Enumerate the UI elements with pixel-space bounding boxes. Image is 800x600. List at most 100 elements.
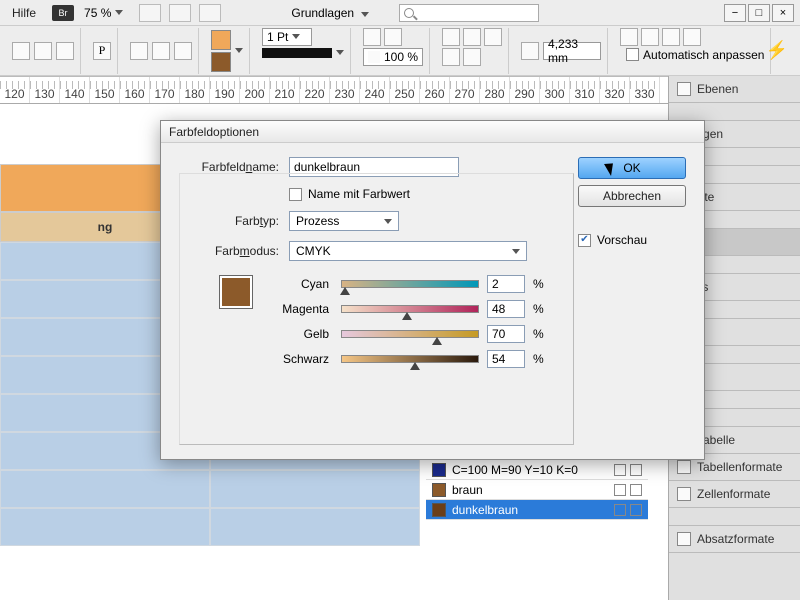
ruler-tick: 130	[30, 77, 60, 103]
cancel-button[interactable]: Abbrechen	[578, 185, 686, 207]
name-with-value-checkbox[interactable]	[289, 188, 302, 201]
menu-help[interactable]: Hilfe	[6, 4, 42, 22]
color-mode-icon	[630, 484, 642, 496]
lightning-icon[interactable]: ⚡	[766, 40, 788, 61]
panel-paragraph-styles[interactable]: Absatzformate	[669, 526, 800, 553]
frame-fit-icon[interactable]	[521, 42, 539, 60]
bridge-icon[interactable]: Br	[52, 5, 74, 21]
ruler-tick: 200	[240, 77, 270, 103]
panel-layers[interactable]: Ebenen	[669, 76, 800, 103]
fill-color-swatch[interactable]	[211, 30, 231, 50]
paragraph-style-icon[interactable]: P	[93, 42, 111, 60]
view-mode-icons	[139, 4, 221, 22]
color-mode-select[interactable]: CMYK	[289, 241, 527, 261]
ruler-tick: 260	[420, 77, 450, 103]
spot-process-icon	[614, 484, 626, 496]
magenta-slider[interactable]	[341, 305, 479, 313]
effects-icon[interactable]	[384, 28, 402, 46]
screen-mode-icon[interactable]	[139, 4, 161, 22]
spot-process-icon	[614, 464, 626, 476]
ruler-tick: 160	[120, 77, 150, 103]
fitting-icon[interactable]	[641, 28, 659, 46]
ruler-tick: 220	[300, 77, 330, 103]
text-wrap-icon[interactable]	[442, 48, 460, 66]
cyan-input[interactable]	[487, 275, 525, 293]
tool-icon[interactable]	[34, 42, 52, 60]
color-type-label: Farbtyp:	[179, 214, 289, 228]
color-preview-swatch	[219, 275, 253, 309]
chevron-down-icon	[292, 34, 300, 39]
field-name-label: Farbfeldname:	[179, 160, 289, 174]
swatch-label: C=100 M=90 Y=10 K=0	[452, 463, 578, 477]
workspace-dropdown[interactable]: Grundlagen	[291, 6, 369, 20]
effects-icon[interactable]	[363, 28, 381, 46]
color-mode-icon	[630, 504, 642, 516]
minimize-button[interactable]: −	[724, 4, 746, 22]
color-mode-icon	[630, 464, 642, 476]
chevron-down-icon[interactable]	[235, 48, 243, 53]
measure-input[interactable]: 4,233 mm	[543, 42, 601, 60]
swatch-row[interactable]: braun	[426, 480, 648, 500]
dialog-title-bar[interactable]: Farbfeldoptionen	[161, 121, 704, 143]
text-wrap-icon[interactable]	[442, 28, 460, 46]
search-input[interactable]	[399, 4, 539, 22]
swatch-row-selected[interactable]: dunkelbraun	[426, 500, 648, 520]
tool-icon[interactable]	[130, 42, 148, 60]
tool-icon[interactable]	[56, 42, 74, 60]
text-wrap-icon[interactable]	[463, 28, 481, 46]
text-wrap-icon[interactable]	[463, 48, 481, 66]
percent-label: %	[533, 302, 547, 316]
magenta-input[interactable]	[487, 300, 525, 318]
ruler-tick: 120	[0, 77, 30, 103]
ruler-tick: 140	[60, 77, 90, 103]
chevron-down-icon[interactable]	[336, 50, 344, 55]
table-styles-icon	[677, 460, 691, 474]
percent-label: %	[533, 277, 547, 291]
swatch-name-input[interactable]	[289, 157, 459, 177]
yellow-slider[interactable]	[341, 330, 479, 338]
fitting-icon[interactable]	[662, 28, 680, 46]
layers-icon	[677, 82, 691, 96]
black-label: Schwarz	[265, 352, 333, 366]
auto-fit-label: Automatisch anpassen	[643, 48, 764, 62]
black-slider[interactable]	[341, 355, 479, 363]
stroke-style-preview[interactable]	[262, 48, 332, 58]
table-cell	[210, 508, 420, 546]
tool-icon[interactable]	[174, 42, 192, 60]
yellow-input[interactable]	[487, 325, 525, 343]
ruler-tick: 320	[600, 77, 630, 103]
black-input[interactable]	[487, 350, 525, 368]
chevron-down-icon	[361, 12, 369, 17]
ruler-tick: 280	[480, 77, 510, 103]
yellow-label: Gelb	[265, 327, 333, 341]
menu-bar: Hilfe Br 75 % Grundlagen − □ ×	[0, 0, 800, 26]
panel-cell-styles[interactable]: Zellenformate	[669, 481, 800, 508]
maximize-button[interactable]: □	[748, 4, 770, 22]
stroke-color-swatch[interactable]	[211, 52, 231, 72]
preview-checkbox[interactable]: ✔	[578, 234, 591, 247]
table-cell	[0, 508, 210, 546]
arrange-icon[interactable]	[169, 4, 191, 22]
view-options-icon[interactable]	[199, 4, 221, 22]
swatch-label: dunkelbraun	[452, 503, 518, 517]
spot-process-icon	[614, 504, 626, 516]
ok-button[interactable]: OK	[578, 157, 686, 179]
tool-icon[interactable]	[12, 42, 30, 60]
search-icon	[404, 8, 414, 18]
percent-label: %	[533, 327, 547, 341]
text-wrap-icon[interactable]	[484, 28, 502, 46]
fitting-icon[interactable]	[683, 28, 701, 46]
cyan-slider[interactable]	[341, 280, 479, 288]
opacity-select[interactable]: 100 %	[363, 48, 423, 66]
zoom-dropdown[interactable]: 75 %	[84, 6, 123, 20]
ruler-tick: 310	[570, 77, 600, 103]
swatch-row[interactable]: C=100 M=90 Y=10 K=0	[426, 460, 648, 480]
stroke-weight-select[interactable]: 1 Pt	[262, 28, 312, 46]
close-button[interactable]: ×	[772, 4, 794, 22]
fitting-icon[interactable]	[620, 28, 638, 46]
auto-fit-checkbox[interactable]	[626, 48, 639, 61]
tool-icon[interactable]	[152, 42, 170, 60]
ruler-tick: 230	[330, 77, 360, 103]
cell-styles-icon	[677, 487, 691, 501]
color-type-select[interactable]: Prozess	[289, 211, 399, 231]
